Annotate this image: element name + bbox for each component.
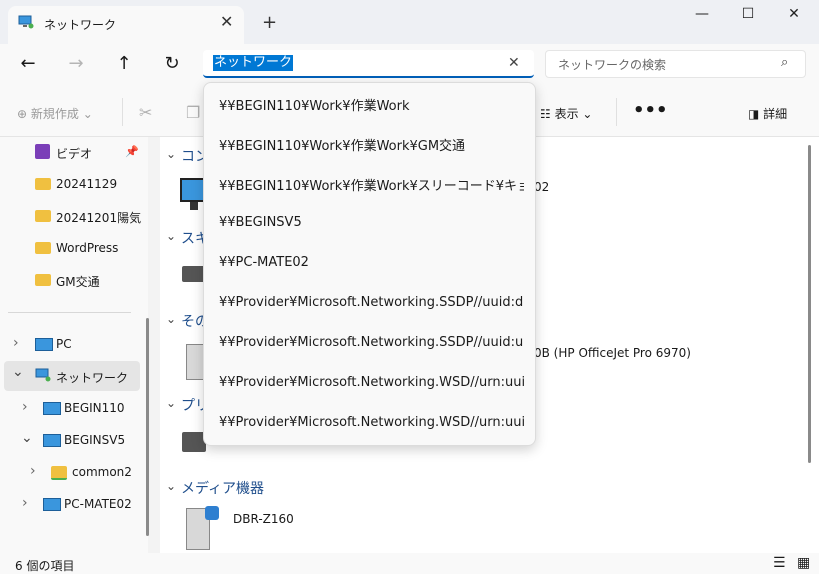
sidebar-divider <box>8 312 131 313</box>
folder-icon <box>35 210 51 222</box>
suggestion-item[interactable]: ¥¥BEGIN110¥Work¥作業Work <box>219 95 524 114</box>
chevron-right-icon[interactable]: › <box>30 463 36 479</box>
chevron-right-icon[interactable]: › <box>22 495 28 511</box>
view-button-label: 表示 <box>554 107 579 121</box>
collapse-chevron-icon[interactable]: ⌄ <box>166 147 176 161</box>
suggestion-item[interactable]: ¥¥BEGIN110¥Work¥作業Work¥GM交通 <box>219 135 524 154</box>
chevron-down-icon[interactable]: ⌄ <box>12 364 24 380</box>
more-options-button[interactable]: ••• <box>633 100 668 121</box>
status-bar <box>0 553 819 574</box>
close-window-button[interactable]: ✕ <box>772 6 816 26</box>
item-count: 6 個の項目 <box>15 559 75 573</box>
back-button[interactable]: ← <box>16 54 40 78</box>
item-label[interactable]: DBR-Z160 <box>233 512 294 526</box>
chevron-down-icon[interactable]: ⌄ <box>21 430 33 446</box>
media-badge-icon <box>205 506 219 520</box>
suggestion-item[interactable]: ¥¥Provider¥Microsoft.Networking.SSDP//uu… <box>219 295 524 310</box>
pc-icon <box>35 338 53 351</box>
content-scrollbar[interactable] <box>808 145 811 463</box>
folder-icon <box>35 178 51 190</box>
collapse-chevron-icon[interactable]: ⌄ <box>166 229 176 243</box>
shared-folder-icon <box>51 466 67 480</box>
folder-icon <box>35 274 51 286</box>
suggestion-item[interactable]: ¥¥PC-MATE02 <box>219 255 524 270</box>
computer-stand-icon <box>190 202 198 210</box>
up-button[interactable]: ↑ <box>112 54 136 78</box>
sidebar-scrollbar[interactable] <box>146 318 149 536</box>
details-button[interactable]: ◨ 詳細 <box>748 105 787 122</box>
new-tab-button[interactable]: + <box>262 12 277 33</box>
suggestion-item[interactable]: ¥¥BEGIN110¥Work¥作業Work¥スリーコード¥キョクウ <box>219 175 524 194</box>
toolbar-divider <box>122 98 123 126</box>
sidebar-item-label: BEGINSV5 <box>64 433 126 447</box>
view-button[interactable]: ☷ 表示 ⌄ <box>540 105 592 122</box>
sidebar-item-label: WordPress <box>56 241 119 255</box>
search-input[interactable]: ネットワークの検索 <box>558 56 666 73</box>
pc-icon <box>43 402 61 415</box>
suggestion-item[interactable]: ¥¥Provider¥Microsoft.Networking.WSD//urn… <box>219 415 524 430</box>
network-icon <box>18 15 34 29</box>
clear-address-button[interactable]: ✕ <box>508 55 520 71</box>
sidebar-item-label: 20241201陽気に <box>56 211 141 225</box>
collapse-chevron-icon[interactable]: ⌄ <box>166 312 176 326</box>
folder-icon <box>35 242 51 254</box>
chevron-right-icon[interactable]: › <box>13 335 19 351</box>
tab-close-button[interactable]: ✕ <box>220 12 233 31</box>
suggestion-item[interactable]: ¥¥Provider¥Microsoft.Networking.WSD//urn… <box>219 375 524 390</box>
suggestion-item[interactable]: ¥¥BEGINSV5 <box>219 215 524 230</box>
tiles-view-icon[interactable]: ▦ <box>797 555 810 571</box>
sidebar-item-label: GM交通 <box>56 275 100 289</box>
sidebar-item-label: PC-MATE02 <box>64 497 132 511</box>
item-label[interactable]: 02 <box>534 180 549 194</box>
suggestion-item[interactable]: ¥¥Provider¥Microsoft.Networking.SSDP//uu… <box>219 335 524 350</box>
sidebar-item-label: 20241129 <box>56 177 118 191</box>
chevron-right-icon[interactable]: › <box>22 399 28 415</box>
sidebar-item-label: PC <box>56 337 72 351</box>
address-input-value[interactable]: ネットワーク <box>213 55 294 71</box>
sidebar-item-label: BEGIN110 <box>64 401 125 415</box>
forward-button[interactable]: → <box>64 54 88 78</box>
maximize-button[interactable]: ☐ <box>726 6 770 26</box>
pc-icon <box>43 434 61 447</box>
details-view-icon[interactable]: ☰ <box>773 555 786 571</box>
tab-title: ネットワーク <box>44 18 117 32</box>
video-icon <box>35 144 50 159</box>
pc-icon <box>43 498 61 511</box>
sidebar-item-label: ネットワーク <box>56 371 129 385</box>
refresh-button[interactable]: ↻ <box>160 54 184 78</box>
search-icon: ⌕ <box>781 55 789 70</box>
cut-icon[interactable]: ✂ <box>139 103 152 122</box>
pin-icon: 📌 <box>125 145 139 158</box>
new-button-label: 新規作成 <box>30 107 79 121</box>
copy-icon[interactable]: ❐ <box>186 103 200 122</box>
collapse-chevron-icon[interactable]: ⌄ <box>166 396 176 410</box>
new-button[interactable]: ⊕ 新規作成 ⌄ <box>17 105 93 122</box>
minimize-button[interactable]: — <box>680 6 724 26</box>
details-button-label: 詳細 <box>763 107 788 121</box>
network-icon <box>35 368 51 382</box>
item-label[interactable]: 0B (HP OfficeJet Pro 6970) <box>534 346 691 360</box>
sidebar-item-label: common2 <box>72 465 132 479</box>
sidebar-item-label: ビデオ <box>56 147 93 161</box>
collapse-chevron-icon[interactable]: ⌄ <box>166 479 176 493</box>
group-header-media[interactable]: メディア機器 <box>181 478 264 498</box>
toolbar-divider <box>616 98 617 126</box>
